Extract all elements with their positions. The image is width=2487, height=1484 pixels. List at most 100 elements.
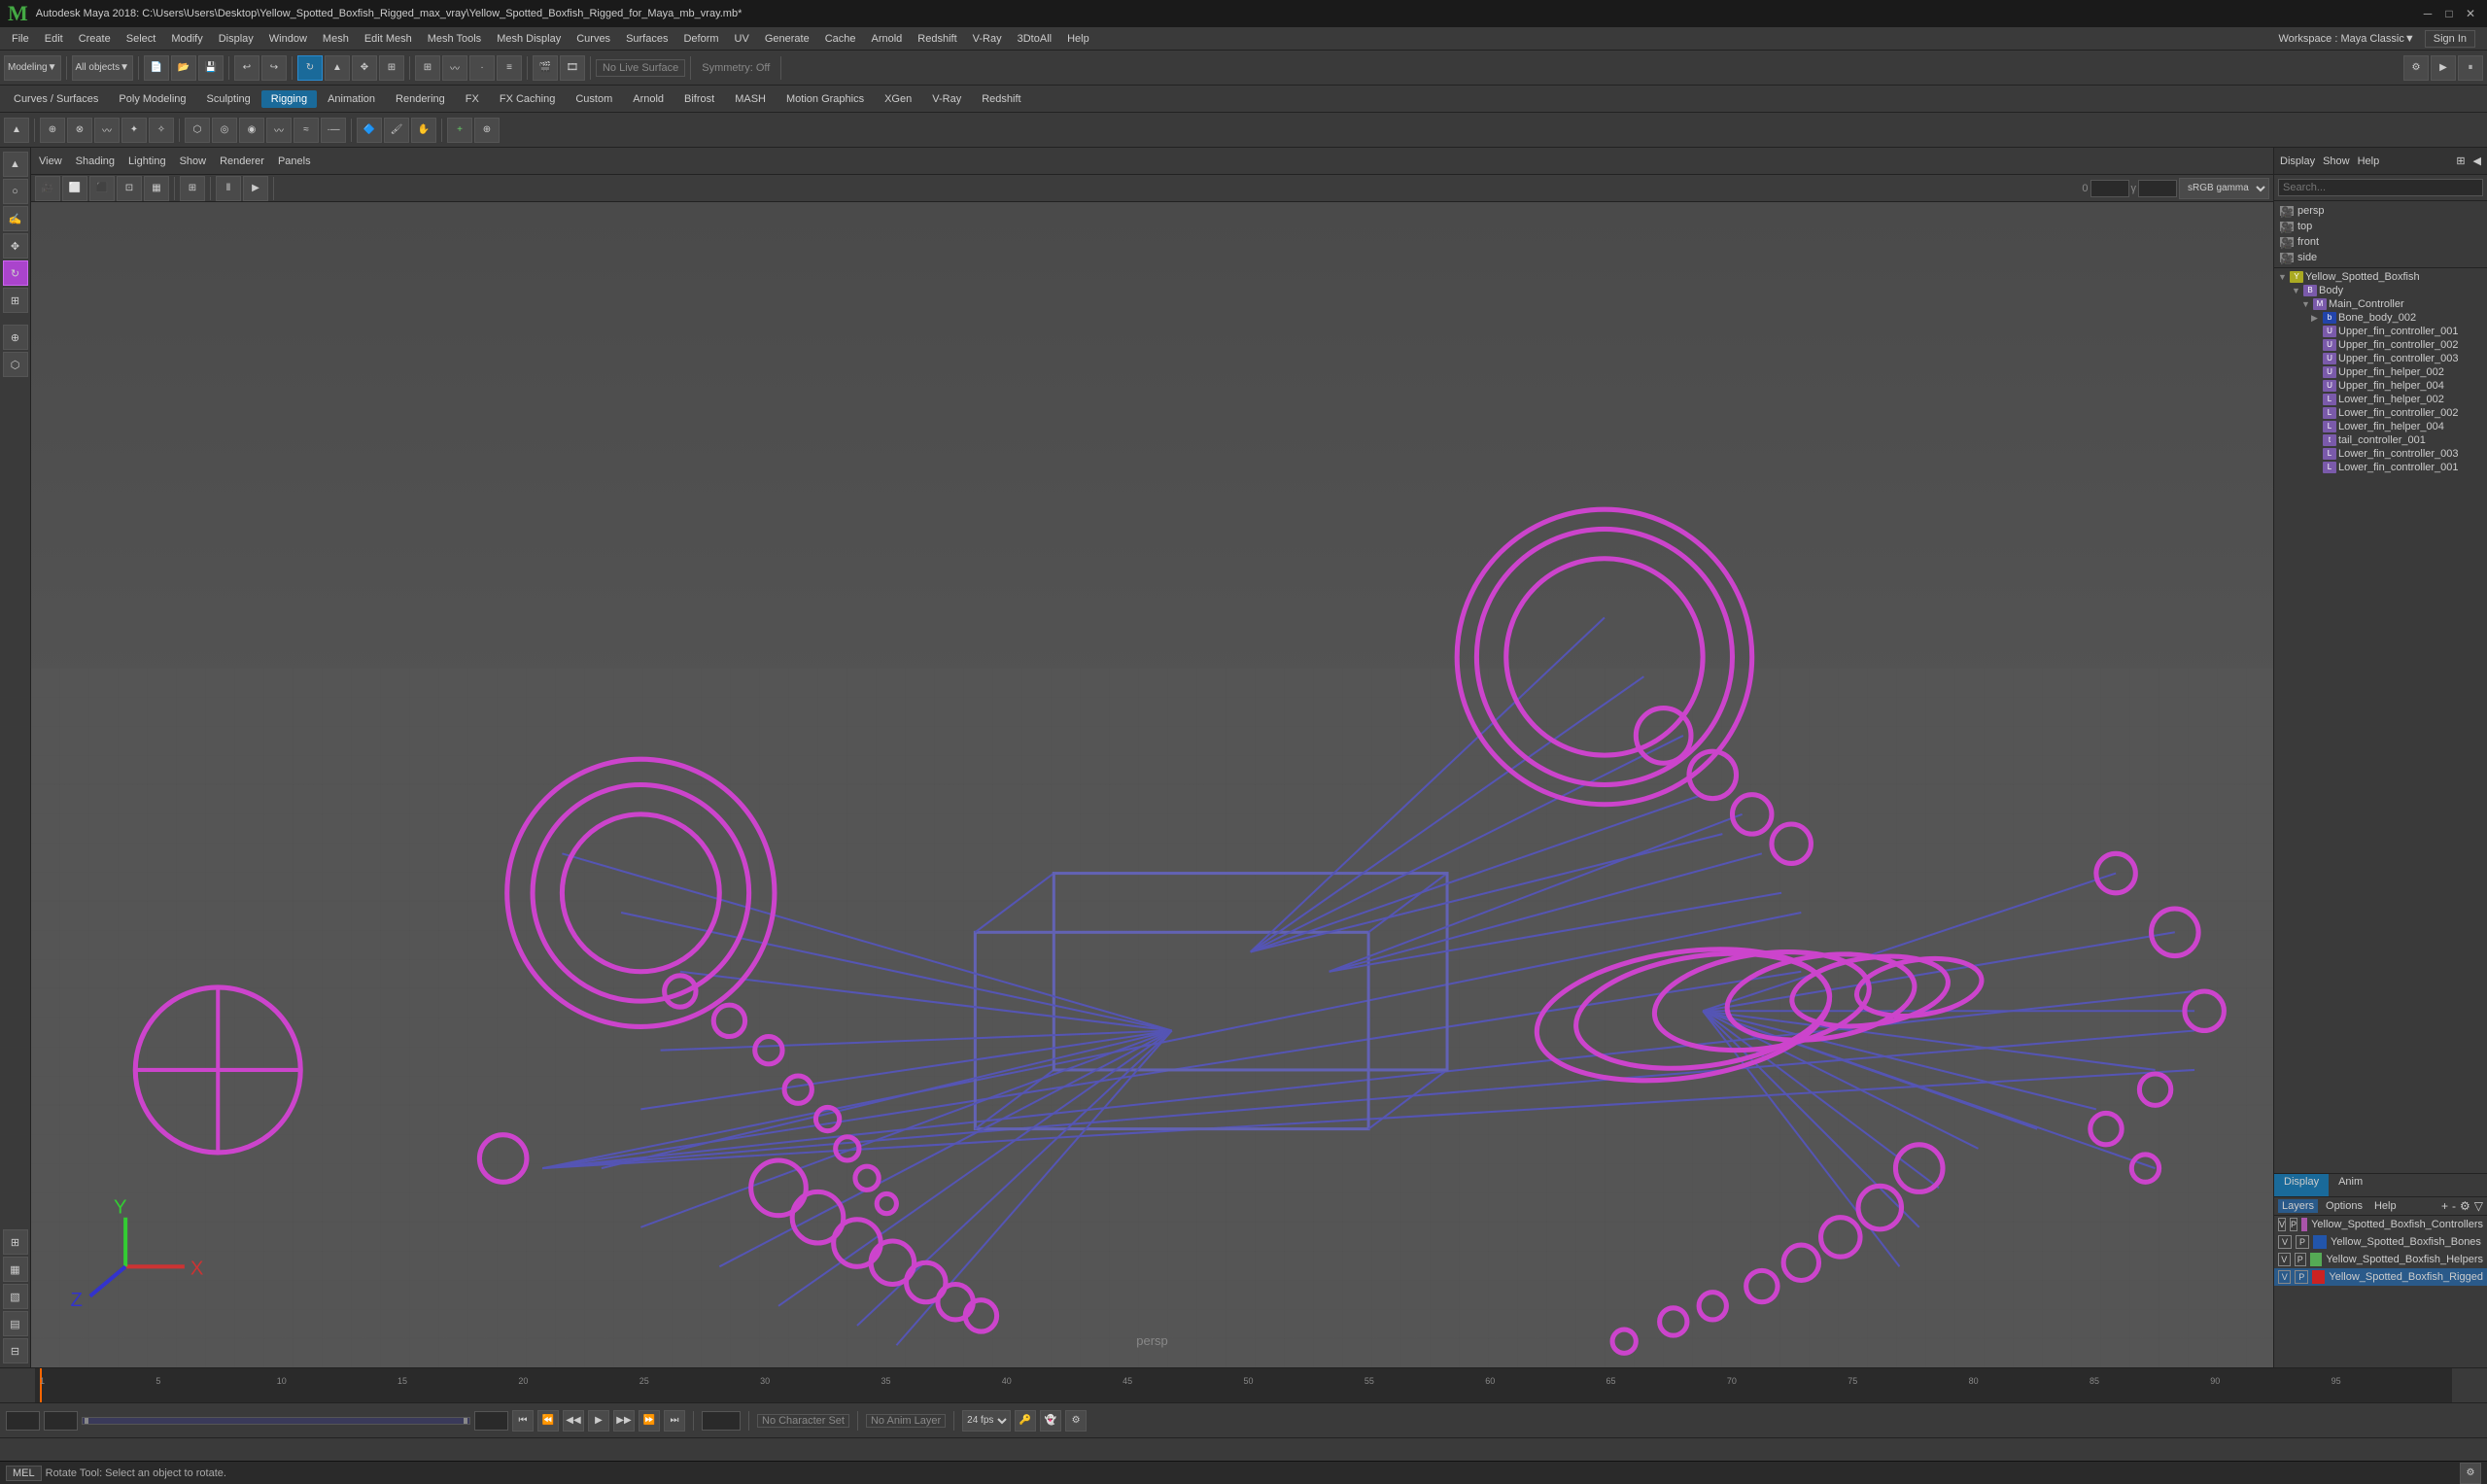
select-tool[interactable]: ▲ [3, 152, 28, 177]
tree-item-lower-helper-004[interactable]: L Lower_fin_helper_004 [2274, 420, 2487, 433]
wireframe-button[interactable]: ⬜ [62, 176, 87, 201]
module-xgen[interactable]: XGen [875, 90, 921, 108]
step-back-button[interactable]: ⏪ [537, 1410, 559, 1432]
move-tool-button[interactable]: ✥ [352, 55, 377, 81]
current-frame-input[interactable]: 1 [44, 1411, 78, 1431]
paint-skin-button[interactable]: 🖌 [384, 118, 409, 143]
module-curves-surfaces[interactable]: Curves / Surfaces [4, 90, 108, 108]
menu-mesh[interactable]: Mesh [315, 31, 357, 47]
add-layer-icon[interactable]: + [2441, 1199, 2448, 1213]
signin-button[interactable]: Sign In [2425, 30, 2475, 48]
layer-bones[interactable]: V P Yellow_Spotted_Boxfish_Bones [2274, 1233, 2487, 1251]
camera-select[interactable]: 🎥 [35, 176, 60, 201]
help-tab-bottom[interactable]: Help [2370, 1199, 2401, 1213]
save-scene-button[interactable]: 💾 [198, 55, 224, 81]
hud-button[interactable]: Ⅱ [216, 176, 241, 201]
tree-item-upper-helper-004[interactable]: U Upper_fin_helper_004 [2274, 379, 2487, 393]
layer-filter-icon[interactable]: ▽ [2474, 1199, 2483, 1213]
rotate-tool-button[interactable]: ↻ [297, 55, 323, 81]
fps-dropdown[interactable]: 24 fps [962, 1410, 1011, 1432]
viewport-canvas[interactable]: X Y Z persp [31, 202, 2273, 1367]
module-fx[interactable]: FX [456, 90, 489, 108]
go-to-end-button[interactable]: ⏭ [664, 1410, 685, 1432]
interactive-skin-button[interactable]: ✋ [411, 118, 436, 143]
snap-surface-button[interactable]: ≡ [497, 55, 522, 81]
modeling-dropdown[interactable]: Modeling ▼ [4, 55, 61, 81]
scripting-mode-label[interactable]: MEL [6, 1466, 42, 1481]
tree-item-bone-body[interactable]: ▶ b Bone_body_002 [2274, 311, 2487, 325]
ghost-button[interactable]: 👻 [1040, 1410, 1061, 1432]
menu-curves[interactable]: Curves [569, 31, 618, 47]
module-animation[interactable]: Animation [318, 90, 385, 108]
grid-button[interactable]: ⊞ [180, 176, 205, 201]
display-tab[interactable]: Display [2280, 155, 2315, 167]
play-end-input[interactable]: 120 [474, 1411, 508, 1431]
scale-tool-button[interactable]: ⊞ [379, 55, 404, 81]
tree-item-tail-001[interactable]: t tail_controller_001 [2274, 433, 2487, 447]
camera-front[interactable]: 🎥 front [2274, 234, 2487, 250]
cluster-button[interactable]: ◎ [212, 118, 237, 143]
bounding-box[interactable]: ⊡ [117, 176, 142, 201]
undo-button[interactable]: ↩ [234, 55, 259, 81]
menu-create[interactable]: Create [71, 31, 119, 47]
module-sculpting[interactable]: Sculpting [197, 90, 260, 108]
gamma-input[interactable]: 1.00 [2138, 180, 2177, 197]
range-start-input[interactable]: 1 [6, 1411, 40, 1431]
tree-item-lower-fin-002[interactable]: L Lower_fin_controller_002 [2274, 406, 2487, 420]
layer-visibility-button[interactable]: V [2278, 1270, 2291, 1284]
pause-button[interactable]: ⏸ [2458, 55, 2483, 81]
menu-edit[interactable]: Edit [37, 31, 71, 47]
next-key-button[interactable]: ▶▶ [613, 1410, 635, 1432]
range-end-display[interactable]: 200 [702, 1411, 741, 1431]
viewport-renderer-menu[interactable]: Renderer [216, 154, 268, 169]
menu-3dtoall[interactable]: 3DtoAll [1010, 31, 1059, 47]
menu-mesh-tools[interactable]: Mesh Tools [420, 31, 489, 47]
collapse-icon[interactable]: ◀ [2473, 155, 2481, 167]
select-mode-button[interactable]: ▲ [4, 118, 29, 143]
camera-side[interactable]: 🎥 side [2274, 250, 2487, 265]
render-button[interactable]: 🎬 [533, 55, 558, 81]
texture-button[interactable]: ▦ [144, 176, 169, 201]
menu-redshift[interactable]: Redshift [910, 31, 964, 47]
soft-mod-button[interactable]: ◉ [239, 118, 264, 143]
show-tab[interactable]: Show [2323, 155, 2350, 167]
add-button[interactable]: + [447, 118, 472, 143]
options-tab[interactable]: Options [2322, 1199, 2366, 1213]
extra-button[interactable]: ⊕ [474, 118, 500, 143]
tree-item-lower-fin-001[interactable]: L Lower_fin_controller_001 [2274, 461, 2487, 474]
menu-arnold[interactable]: Arnold [864, 31, 911, 47]
menu-edit-mesh[interactable]: Edit Mesh [357, 31, 420, 47]
display-settings-button[interactable]: ⚙ [2403, 55, 2429, 81]
tree-item-lower-helper-002[interactable]: L Lower_fin_helper_002 [2274, 393, 2487, 406]
viewport-layout3[interactable]: ▤ [3, 1311, 28, 1336]
wrinkle-button[interactable]: ≈ [294, 118, 319, 143]
paint-select-tool[interactable]: ✍ [3, 206, 28, 231]
layers-tab[interactable]: Layers [2278, 1199, 2318, 1213]
lasso-tool[interactable]: ○ [3, 179, 28, 204]
smooth-button[interactable]: ⬛ [89, 176, 115, 201]
settings-button[interactable]: ⚙ [1065, 1410, 1087, 1432]
module-arnold[interactable]: Arnold [623, 90, 674, 108]
playblast-button[interactable]: ▶ [243, 176, 268, 201]
quick-layout[interactable]: ⊞ [3, 1229, 28, 1255]
layer-visibility-button[interactable]: V [2278, 1253, 2291, 1266]
layer-playback-button[interactable]: P [2290, 1218, 2297, 1231]
layer-rigged[interactable]: V P Yellow_Spotted_Boxfish_Rigged [2274, 1268, 2487, 1286]
move-tool[interactable]: ✥ [3, 233, 28, 259]
menu-modify[interactable]: Modify [163, 31, 210, 47]
select-tool-button[interactable]: ▲ [325, 55, 350, 81]
menu-mesh-display[interactable]: Mesh Display [489, 31, 569, 47]
open-scene-button[interactable]: 📂 [171, 55, 196, 81]
remove-joint-button[interactable]: ✧ [149, 118, 174, 143]
workspace-label[interactable]: Workspace : Maya Classic▼ [2274, 31, 2418, 47]
go-to-start-button[interactable]: ⏮ [512, 1410, 534, 1432]
ik-tool-button[interactable]: ⊗ [67, 118, 92, 143]
play-button[interactable]: ▶ [588, 1410, 609, 1432]
ipr-button[interactable]: 🎞 [560, 55, 585, 81]
wire-button[interactable]: 〰 [266, 118, 292, 143]
menu-display[interactable]: Display [211, 31, 261, 47]
module-fx-caching[interactable]: FX Caching [490, 90, 565, 108]
menu-surfaces[interactable]: Surfaces [618, 31, 675, 47]
gamma-dropdown[interactable]: sRGB gamma [2179, 178, 2269, 199]
soft-select[interactable]: ⬡ [3, 352, 28, 377]
